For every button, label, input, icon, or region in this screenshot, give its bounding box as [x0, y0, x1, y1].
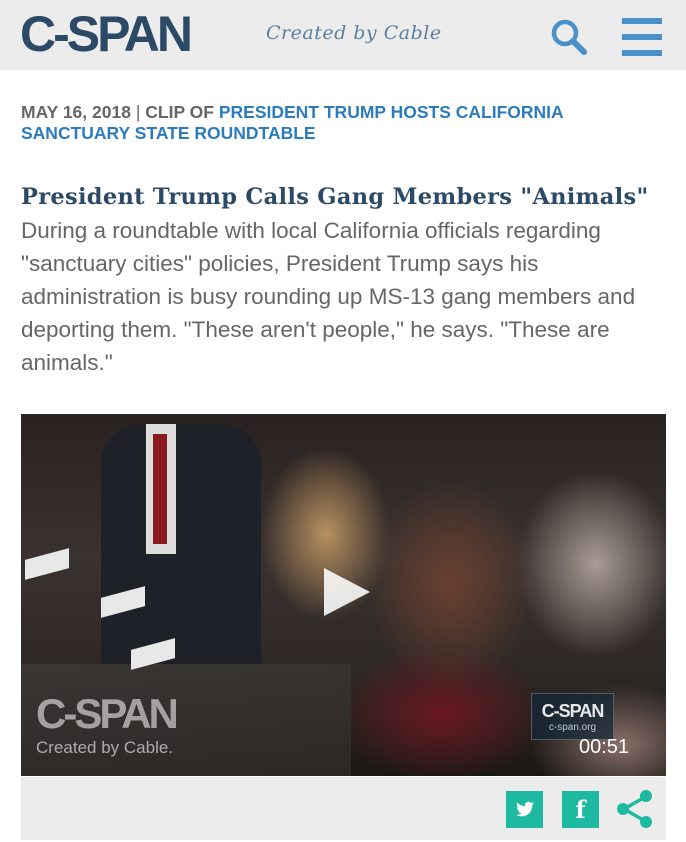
clip-title: President Trump Calls Gang Members "Anim…	[21, 184, 649, 210]
video-player[interactable]: C-SPAN Created by Cable. C-SPAN c-span.o…	[21, 414, 666, 776]
channel-bug-logo: C-SPAN	[541, 701, 605, 721]
video-watermark-logo: C-SPAN	[36, 690, 179, 737]
hamburger-menu-icon	[622, 18, 662, 24]
cspan-logo[interactable]: C-SPAN	[20, 6, 193, 62]
video-timecode: 00:51	[579, 736, 630, 758]
clip-description: During a roundtable with local Californi…	[21, 218, 636, 375]
share-bar: f	[21, 777, 666, 840]
clip-date: MAY 16, 2018	[21, 102, 131, 122]
channel-bug: C-SPAN c-span.org	[531, 693, 614, 740]
twitter-icon	[516, 801, 534, 817]
clip-of-label: CLIP OF	[145, 102, 214, 122]
channel-bug-url: c-span.org	[548, 722, 597, 733]
clip-story: President Trump Calls Gang Members "Anim…	[21, 180, 661, 379]
twitter-share-button[interactable]	[506, 791, 543, 828]
facebook-icon: f	[575, 795, 586, 824]
search-button[interactable]	[546, 14, 592, 60]
site-header: C-SPAN Created by Cable	[0, 0, 686, 70]
clip-meta: MAY 16, 2018 | CLIP OF PRESIDENT TRUMP H…	[21, 102, 666, 144]
video-scene-figure	[101, 424, 261, 664]
share-icon	[617, 790, 652, 828]
menu-button[interactable]	[618, 16, 668, 58]
video-watermark-tagline: Created by Cable.	[36, 738, 174, 757]
search-icon	[551, 19, 587, 55]
site-tagline: Created by Cable	[266, 22, 442, 44]
play-icon[interactable]	[324, 568, 370, 616]
meta-separator: |	[135, 102, 141, 122]
share-button[interactable]	[613, 787, 657, 831]
facebook-share-button[interactable]: f	[562, 791, 599, 828]
